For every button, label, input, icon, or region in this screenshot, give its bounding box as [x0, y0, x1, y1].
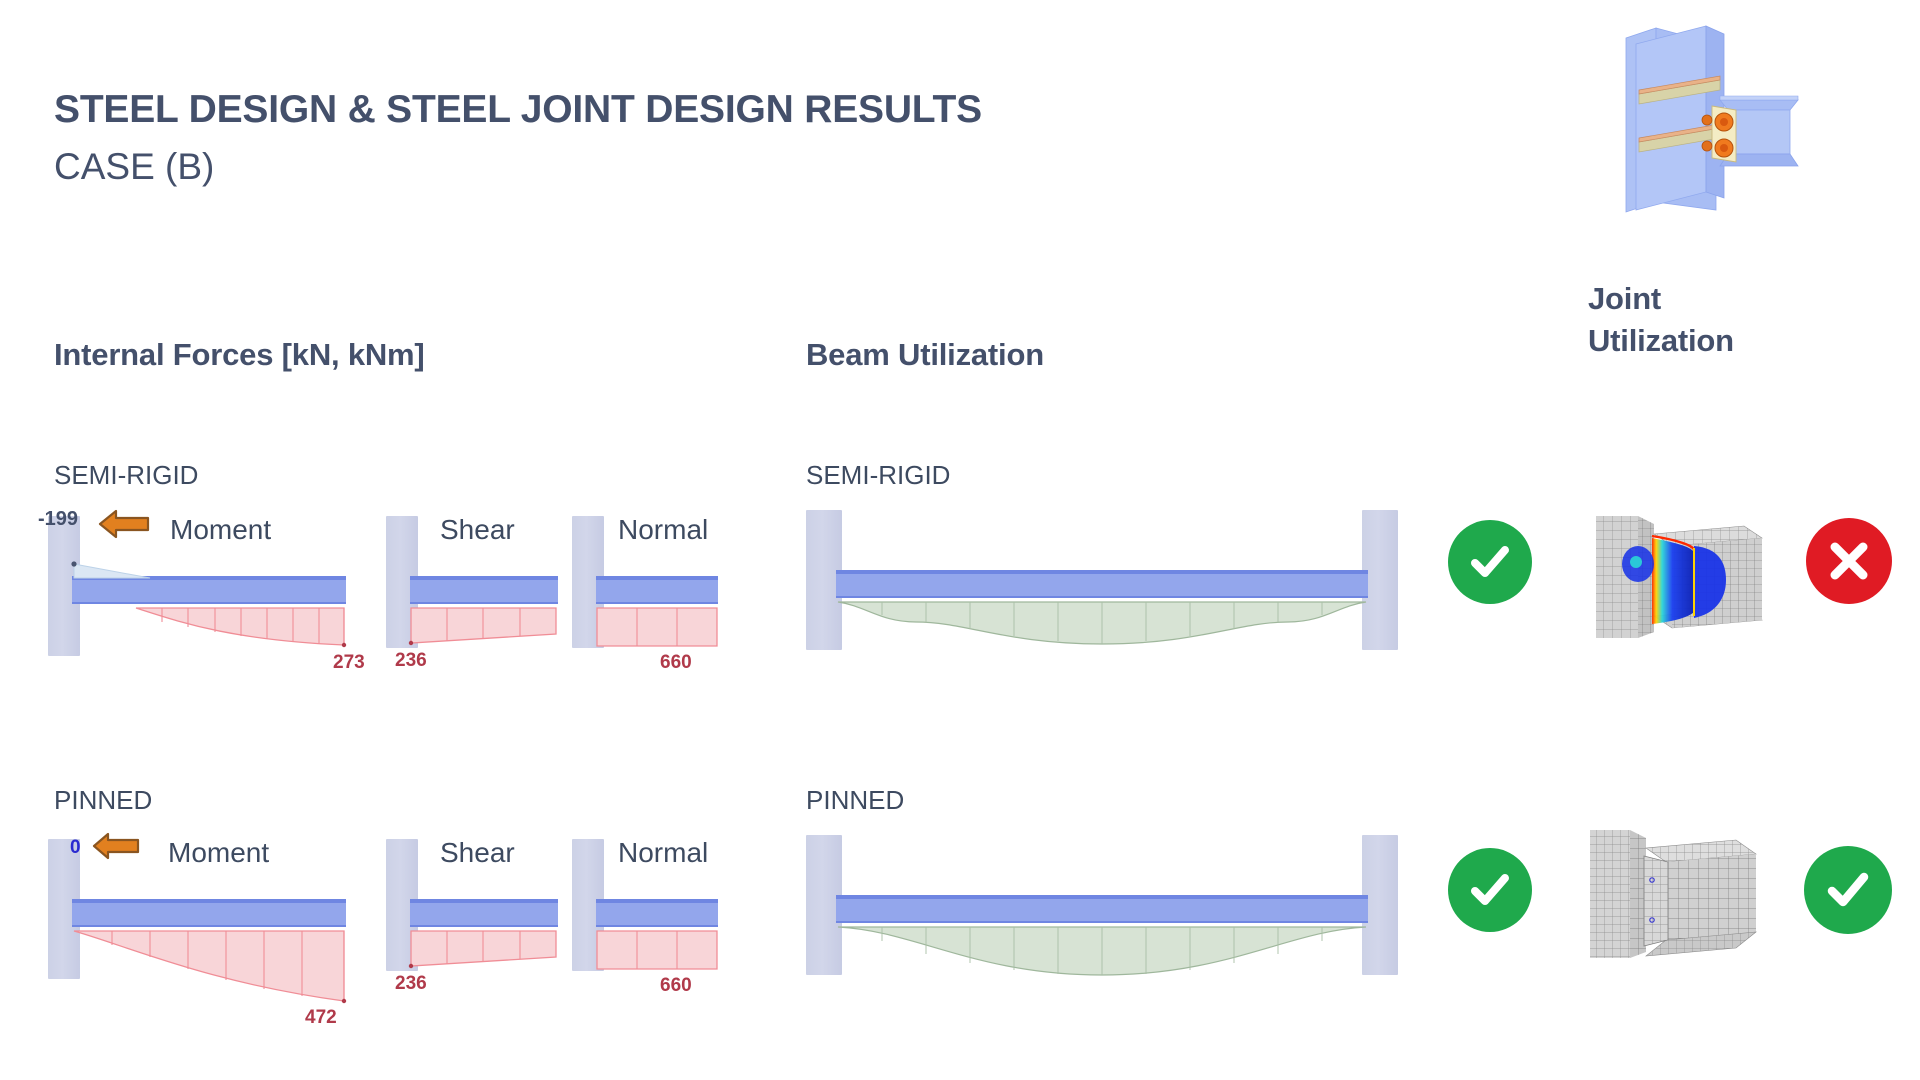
fem-mesh-plain-icon — [1588, 828, 1758, 960]
value-normal: 660 — [660, 652, 692, 673]
label-shear: Shear — [440, 837, 515, 868]
value-normal: 660 — [660, 975, 692, 996]
label-normal: Normal — [618, 514, 709, 545]
cross-circle-icon — [1830, 542, 1868, 580]
beam-utilization-diagram-semirigid — [806, 510, 1406, 660]
value-span-moment: 472 — [305, 1007, 337, 1028]
fem-mesh-stressed-icon — [1594, 512, 1764, 642]
beam-check-badge-semirigid[interactable] — [1448, 520, 1532, 604]
page-subtitle: CASE (B) — [54, 146, 215, 187]
heading-joint-line2: Utilization — [1588, 323, 1734, 359]
case-label-beam-semirigid: SEMI-RIGID — [806, 460, 951, 490]
steel-joint-3d-icon — [1612, 14, 1884, 214]
label-moment: Moment — [170, 514, 272, 545]
check-circle-icon — [1827, 872, 1869, 907]
case-label-internal-pinned: PINNED — [54, 785, 153, 815]
moment-diagram-pinned: 0 Moment 472 — [40, 832, 360, 1028]
label-shear: Shear — [440, 514, 515, 545]
heading-joint-line1: Joint — [1588, 281, 1662, 316]
check-circle-icon — [1471, 546, 1509, 577]
check-circle-icon — [1471, 874, 1509, 905]
case-label-beam-pinned: PINNED — [806, 785, 905, 815]
normal-diagram-semirigid: Normal 660 — [572, 512, 762, 673]
value-span-moment: 273 — [333, 652, 365, 673]
shear-diagram-pinned: Shear 236 — [386, 835, 576, 994]
moment-diagram-semirigid: -199 Moment 273 — [38, 508, 365, 673]
page-title: STEEL DESIGN & STEEL JOINT DESIGN RESULT… — [54, 88, 982, 131]
beam-check-badge-pinned[interactable] — [1448, 848, 1532, 932]
left-arrow-icon — [98, 506, 150, 542]
title-block: STEEL DESIGN & STEEL JOINT DESIGN RESULT… — [54, 90, 982, 185]
normal-diagram-pinned: Normal 660 — [572, 835, 762, 996]
slide-canvas: STEEL DESIGN & STEEL JOINT DESIGN RESULT… — [0, 0, 1920, 1080]
beam-utilization-diagram-pinned — [806, 835, 1406, 995]
shear-diagram-semirigid: Shear 236 — [386, 512, 576, 671]
joint-check-badge-pinned[interactable] — [1804, 846, 1892, 934]
case-label-internal-semirigid: SEMI-RIGID — [54, 460, 199, 490]
value-support-moment: 0 — [70, 837, 81, 858]
value-shear: 236 — [395, 650, 427, 671]
value-shear: 236 — [395, 973, 427, 994]
label-moment: Moment — [168, 837, 270, 868]
heading-joint-utilization: Joint Utilization — [1588, 278, 1734, 362]
left-arrow-icon — [92, 829, 140, 863]
label-normal: Normal — [618, 837, 709, 868]
value-support-moment: -199 — [38, 508, 79, 530]
heading-internal-forces: Internal Forces [kN, kNm] — [54, 337, 425, 372]
joint-check-badge-semirigid[interactable] — [1806, 518, 1892, 604]
heading-beam-utilization: Beam Utilization — [806, 337, 1044, 372]
